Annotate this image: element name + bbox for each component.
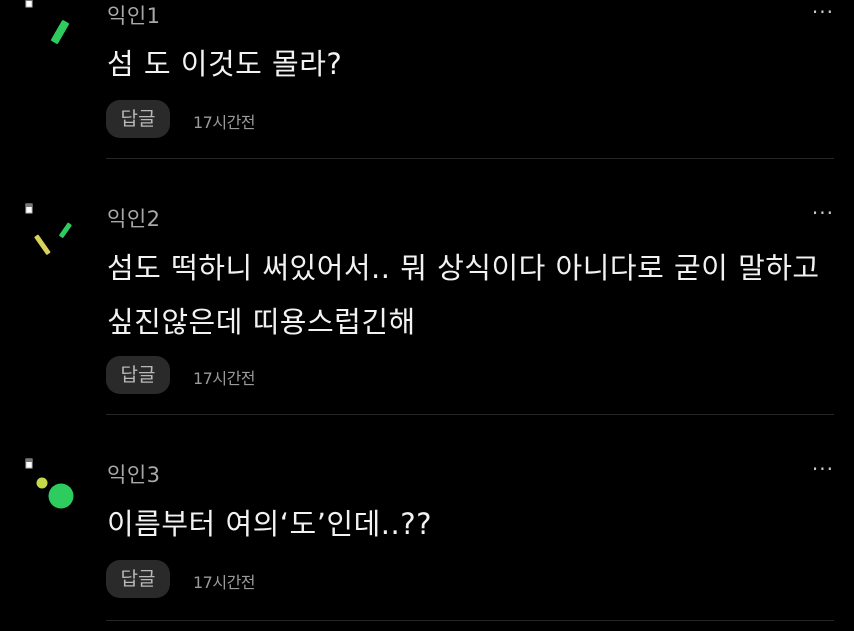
- dots-avatar-icon: [18, 455, 88, 525]
- comment-text: 이름부터 여의‘도’인데..??: [107, 507, 432, 541]
- reply-button[interactable]: 답글: [106, 356, 170, 394]
- reply-button[interactable]: 답글: [106, 100, 170, 138]
- more-options-button[interactable]: ···: [812, 457, 834, 481]
- comment-divider: [106, 158, 834, 159]
- comment-author: 익인1: [107, 4, 161, 28]
- comment-timestamp: 17시간전: [193, 113, 256, 132]
- comment-text: 섬도 떡하니 써있어서.. 뭐 상식이다 아니다로 굳이 말하고 싶진않은데 띠…: [107, 251, 820, 339]
- comment-divider: [106, 620, 834, 621]
- comment-divider: [106, 414, 834, 415]
- comment-timestamp: 17시간전: [193, 369, 256, 388]
- more-options-button[interactable]: ···: [812, 201, 834, 225]
- comment-text: 섬 도 이것도 몰라?: [107, 47, 343, 81]
- comment-timestamp: 17시간전: [193, 573, 256, 592]
- comment-author: 익인2: [107, 207, 161, 231]
- more-options-button[interactable]: ···: [812, 0, 834, 24]
- reply-button[interactable]: 답글: [106, 560, 170, 598]
- confetti-avatar-icon: [18, 200, 88, 270]
- confetti-avatar-icon: [18, 0, 88, 64]
- comment-author: 익인3: [107, 463, 161, 487]
